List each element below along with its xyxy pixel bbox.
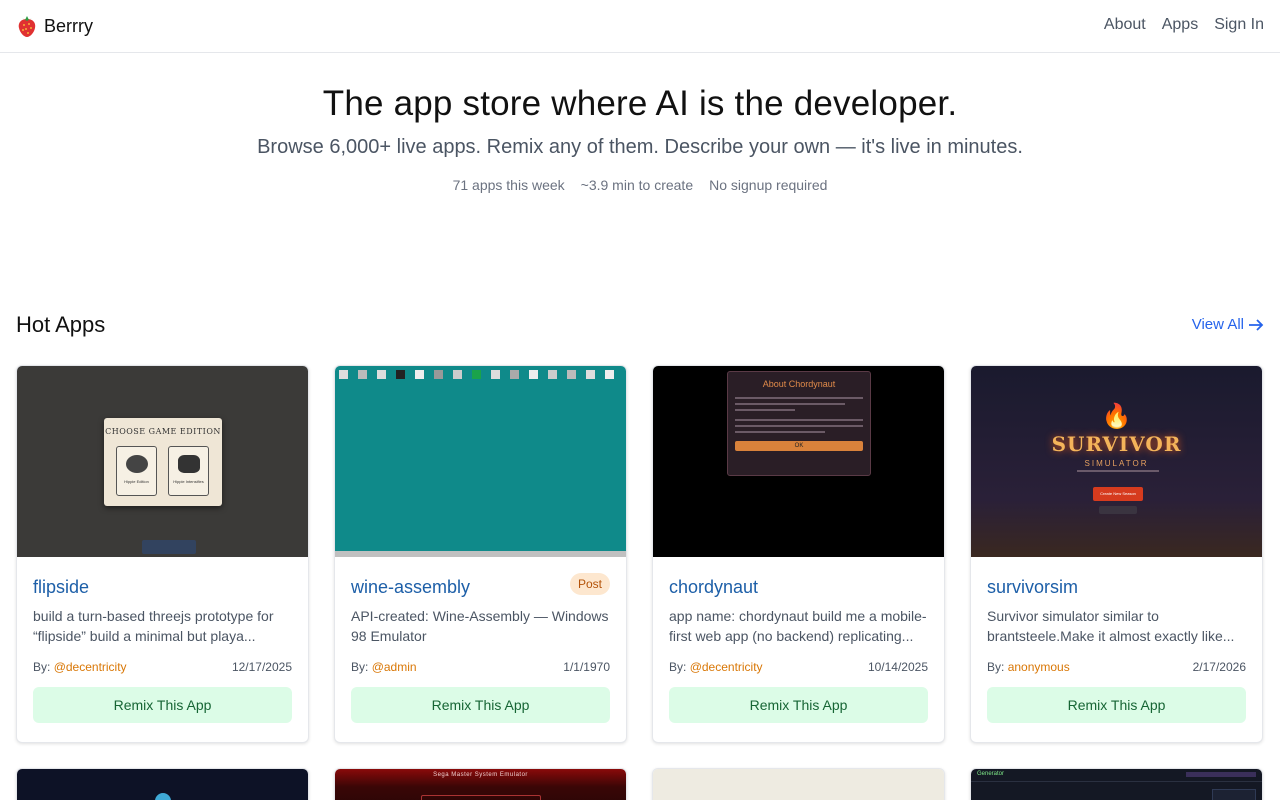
app-description: API-created: Wine-Assembly — Windows 98 …	[351, 608, 609, 644]
by-label: By:	[669, 660, 687, 674]
thumb-title: About Chordynaut	[762, 379, 836, 389]
app-card[interactable]	[652, 768, 945, 800]
app-thumbnail[interactable]	[335, 366, 626, 557]
strawberry-icon	[18, 16, 36, 37]
by-label: By:	[33, 660, 51, 674]
nav-sign-in-link[interactable]: Sign In	[1214, 16, 1264, 34]
app-date: 12/17/2025	[231, 660, 292, 674]
remix-button[interactable]: Remix This App	[351, 687, 610, 723]
app-description: Survivor simulator similar to brantsteel…	[987, 608, 1235, 644]
author-link[interactable]: @admin	[372, 660, 417, 674]
by-label: By:	[987, 660, 1005, 674]
app-author: By: anonymous	[987, 660, 1070, 674]
app-thumbnail[interactable]: Generator	[971, 769, 1262, 800]
thumb-create-button: Create New Season	[1093, 487, 1143, 501]
top-nav: About Apps Sign In	[1104, 16, 1264, 34]
brand-name: Berrry	[44, 15, 93, 36]
app-thumbnail[interactable]	[17, 769, 308, 800]
remix-button[interactable]: Remix This App	[987, 687, 1246, 723]
app-thumbnail[interactable]: 🔥 SURVIVOR SIMULATOR Create New Season	[971, 366, 1262, 557]
app-card[interactable]: Sega Master System Emulator	[334, 768, 627, 800]
app-meta: By: @decentricity 12/17/2025	[33, 660, 292, 674]
app-thumbnail[interactable]	[653, 769, 944, 800]
app-date: 2/17/2026	[1192, 660, 1246, 674]
flame-icon: 🔥	[1101, 403, 1132, 430]
by-label: By:	[351, 660, 369, 674]
globe-icon	[155, 793, 171, 800]
stat-no-signup: No signup required	[709, 177, 828, 193]
app-thumbnail[interactable]: About Chordynaut OK	[653, 366, 944, 557]
app-meta: By: @admin 1/1/1970	[351, 660, 610, 674]
thumb-option-1: Hippie Edition	[124, 479, 149, 484]
app-thumbnail[interactable]: CHOOSE GAME EDITION Hippie Edition Hippi…	[17, 366, 308, 557]
section-title: Hot Apps	[16, 312, 106, 337]
app-card[interactable]: About Chordynaut OK chordynaut app name:…	[652, 365, 945, 743]
app-name-link[interactable]: flipside	[33, 577, 292, 598]
arrow-right-icon	[1249, 318, 1264, 331]
view-all-label: View All	[1191, 316, 1244, 333]
app-name-link[interactable]: survivorsim	[987, 577, 1246, 598]
remix-button[interactable]: Remix This App	[669, 687, 928, 723]
app-card-body: wine-assembly Post API-created: Wine-Ass…	[335, 557, 626, 723]
nav-about-link[interactable]: About	[1104, 16, 1146, 34]
app-name-link[interactable]: chordynaut	[669, 577, 928, 598]
thumb-title: CHOOSE GAME EDITION	[105, 427, 221, 436]
app-card[interactable]: Generator	[970, 768, 1263, 800]
app-description: build a turn-based threejs prototype for…	[33, 608, 274, 644]
app-thumbnail[interactable]: Sega Master System Emulator	[335, 769, 626, 800]
app-date: 1/1/1970	[563, 660, 610, 674]
thumb-ok-button: OK	[735, 441, 863, 451]
app-card-body: survivorsim Survivor simulator similar t…	[971, 557, 1262, 723]
app-card-body: chordynaut app name: chordynaut build me…	[653, 557, 944, 723]
hero-subtitle: Browse 6,000+ live apps. Remix any of th…	[257, 136, 1023, 158]
stat-apps-this-week: 71 apps this week	[452, 177, 565, 193]
app-card[interactable]	[16, 768, 309, 800]
remix-button[interactable]: Remix This App	[33, 687, 292, 723]
hero-title: The app store where AI is the developer.	[322, 84, 958, 123]
hero-stats: 71 apps this week ~3.9 min to create No …	[0, 177, 1280, 193]
app-card[interactable]: wine-assembly Post API-created: Wine-Ass…	[334, 365, 627, 743]
app-author: By: @decentricity	[669, 660, 763, 674]
view-all-link[interactable]: View All	[1192, 316, 1264, 333]
brand-logo[interactable]: Berrry	[16, 14, 93, 38]
thumb-option-2: Hippie Intensifies	[173, 479, 204, 484]
post-badge: Post	[569, 573, 610, 595]
app-author: By: @admin	[351, 660, 417, 674]
app-card-body: flipside build a turn-based threejs prot…	[17, 557, 308, 723]
app-meta: By: anonymous 2/17/2026	[987, 660, 1246, 674]
author-link[interactable]: @decentricity	[54, 660, 127, 674]
thumb-title: Sega Master System Emulator	[433, 772, 528, 778]
stat-create-time: ~3.9 min to create	[580, 177, 694, 193]
app-meta: By: @decentricity 10/14/2025	[669, 660, 928, 674]
app-description: app name: chordynaut build me a mobile-f…	[669, 608, 927, 644]
thumb-subtitle: SIMULATOR	[1084, 459, 1149, 468]
hot-apps-grid: CHOOSE GAME EDITION Hippie Edition Hippi…	[16, 365, 1264, 800]
hero: The app store where AI is the developer.…	[0, 84, 1280, 193]
thumb-title: Generator	[977, 771, 1005, 777]
app-card[interactable]: 🔥 SURVIVOR SIMULATOR Create New Season s…	[970, 365, 1263, 743]
app-card[interactable]: CHOOSE GAME EDITION Hippie Edition Hippi…	[16, 365, 309, 743]
app-date: 10/14/2025	[867, 660, 928, 674]
thumb-title: SURVIVOR	[1051, 432, 1182, 456]
nav-apps-link[interactable]: Apps	[1162, 16, 1198, 34]
top-bar: Berrry About Apps Sign In	[0, 0, 1280, 53]
app-author: By: @decentricity	[33, 660, 127, 674]
author-link[interactable]: anonymous	[1008, 660, 1070, 674]
author-link[interactable]: @decentricity	[690, 660, 763, 674]
